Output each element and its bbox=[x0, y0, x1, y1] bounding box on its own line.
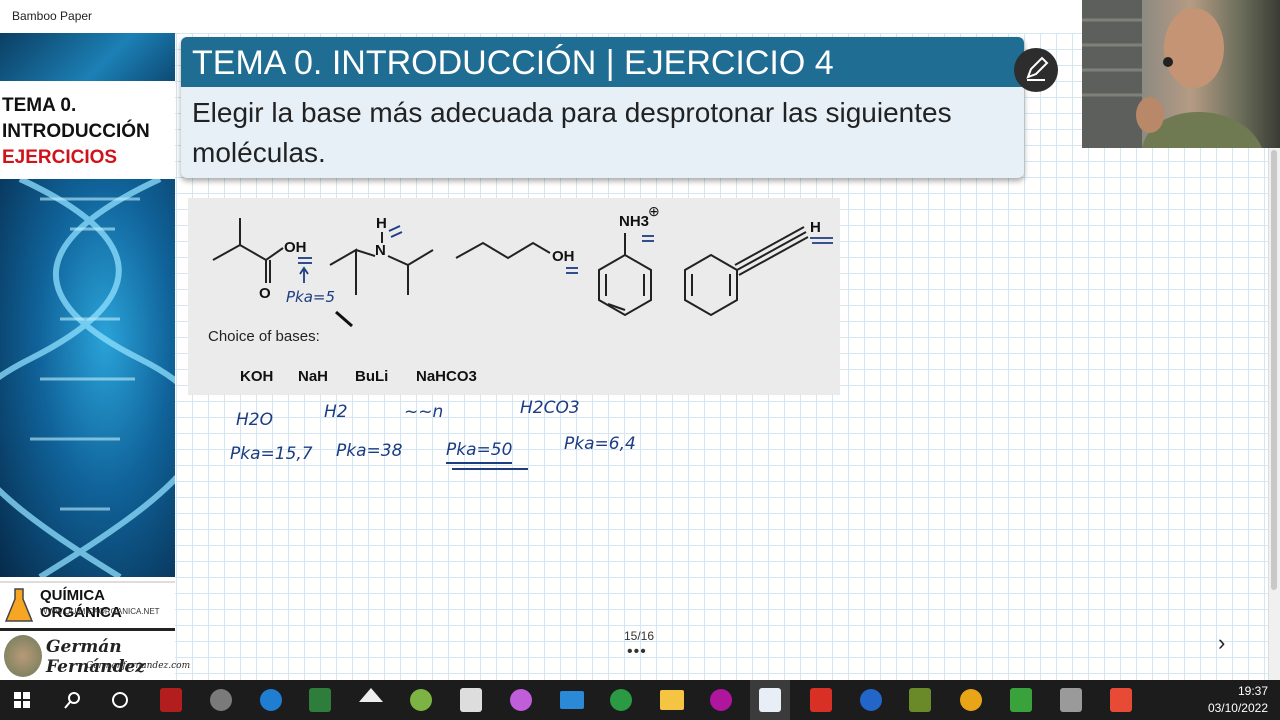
handwritten-species-2: H2 bbox=[324, 402, 348, 422]
inkscape-icon bbox=[359, 688, 383, 702]
chrome-icon bbox=[960, 689, 982, 711]
scrollbar-thumb[interactable] bbox=[1271, 150, 1277, 590]
handwritten-pka-4: Pka=6,4 bbox=[564, 434, 636, 454]
color-picker-icon bbox=[460, 688, 482, 712]
terminal-icon bbox=[1060, 688, 1082, 712]
mail-icon bbox=[560, 691, 584, 709]
dna-image bbox=[0, 179, 175, 577]
svg-text:⊕: ⊕ bbox=[648, 203, 660, 219]
sync-icon bbox=[860, 689, 882, 711]
more-options-button[interactable]: ••• bbox=[627, 643, 647, 661]
svg-text:O: O bbox=[259, 285, 271, 302]
base-koh: KOH bbox=[240, 368, 274, 385]
base-nah: NaH bbox=[298, 368, 329, 385]
page-indicator: 15/16 bbox=[624, 629, 655, 643]
3d-icon bbox=[710, 689, 732, 711]
window-title: Bamboo Paper bbox=[12, 9, 93, 23]
quimica-organica-logo: QUÍMICA ORGÁNICA WWW.QUIMICAORGANICA.NET bbox=[0, 581, 175, 627]
handwritten-pka-3: Pka=50 bbox=[446, 440, 513, 464]
system-clock[interactable]: 19:37 03/10/2022 bbox=[1208, 683, 1268, 717]
webcam-overlay bbox=[1082, 0, 1280, 148]
handwritten-pka-1: Pka=15,7 bbox=[230, 444, 313, 464]
svg-text:Pka=5: Pka=5 bbox=[286, 288, 335, 306]
flask-icon bbox=[4, 588, 34, 622]
cortana-icon bbox=[112, 692, 128, 708]
pen-tool-button[interactable] bbox=[1014, 48, 1058, 92]
author-photo bbox=[4, 635, 42, 677]
handwritten-pka-2: Pka=38 bbox=[336, 441, 403, 461]
svg-text:H: H bbox=[810, 219, 821, 236]
pdf-icon bbox=[810, 688, 832, 712]
presenter-video bbox=[1082, 0, 1262, 148]
exercise-image: OH O H N OH NH3 ⊕ H Pka=5 Choice of base… bbox=[188, 198, 840, 395]
sidebar-banner: TEMA 0. INTRODUCCIÓN EJERCICIOS QUÍMICA … bbox=[0, 33, 190, 683]
svg-text:OH: OH bbox=[284, 239, 307, 256]
german-fernandez-logo: Germán Fernández Germanfernandez.com bbox=[0, 628, 190, 683]
molecules-drawing: OH O H N OH NH3 ⊕ H Pka=5 bbox=[212, 203, 833, 328]
windows-taskbar: 19:37 03/10/2022 bbox=[0, 680, 1280, 720]
windows-start-icon bbox=[14, 692, 30, 708]
slide-title: TEMA 0. INTRODUCCIÓN | EJERCICIO 4 bbox=[192, 44, 834, 82]
recorder-icon bbox=[1110, 688, 1132, 712]
pen-icon bbox=[1026, 56, 1049, 81]
handwritten-species-1: H2O bbox=[236, 410, 273, 430]
underline-mark bbox=[452, 468, 528, 470]
camtasia-icon bbox=[1010, 688, 1032, 712]
file-explorer-icon bbox=[660, 690, 684, 710]
handwritten-species-3: ~~n bbox=[404, 402, 444, 422]
slide-body-text: Elegir la base más adecuada para desprot… bbox=[192, 97, 952, 168]
clock-time: 19:37 bbox=[1237, 684, 1268, 698]
cd-icon bbox=[610, 689, 632, 711]
svg-text:N: N bbox=[375, 242, 386, 259]
search-icon bbox=[64, 692, 80, 709]
choice-of-bases-label: Choice of bases: bbox=[208, 328, 320, 345]
slide-header-card: TEMA 0. INTRODUCCIÓN | EJERCICIO 4 Elegi… bbox=[181, 37, 1024, 178]
texstudio-icon bbox=[909, 688, 931, 712]
bamboo-paper-icon bbox=[759, 688, 781, 712]
filezilla-icon bbox=[160, 688, 182, 712]
banner-top-image bbox=[0, 33, 175, 81]
banner-title: TEMA 0. INTRODUCCIÓN EJERCICIOS bbox=[2, 95, 150, 168]
clock-date: 03/10/2022 bbox=[1207, 701, 1268, 715]
excel-icon bbox=[309, 688, 331, 712]
svg-text:OH: OH bbox=[552, 248, 575, 265]
base-nahco3: NaHCO3 bbox=[416, 368, 477, 385]
android-icon bbox=[410, 689, 432, 711]
color-wheel-icon bbox=[510, 689, 532, 711]
next-page-icon[interactable]: › bbox=[1218, 630, 1225, 656]
taskbar-icons bbox=[14, 688, 1132, 712]
stack-icon bbox=[260, 689, 282, 711]
handwritten-species-4: H2CO3 bbox=[520, 398, 580, 418]
svg-text:NH3: NH3 bbox=[619, 213, 649, 230]
base-buli: BuLi bbox=[355, 368, 389, 385]
slide-header-bar: TEMA 0. INTRODUCCIÓN | EJERCICIO 4 bbox=[181, 37, 1024, 87]
svg-text:H: H bbox=[376, 215, 387, 232]
media-player-icon bbox=[210, 689, 232, 711]
